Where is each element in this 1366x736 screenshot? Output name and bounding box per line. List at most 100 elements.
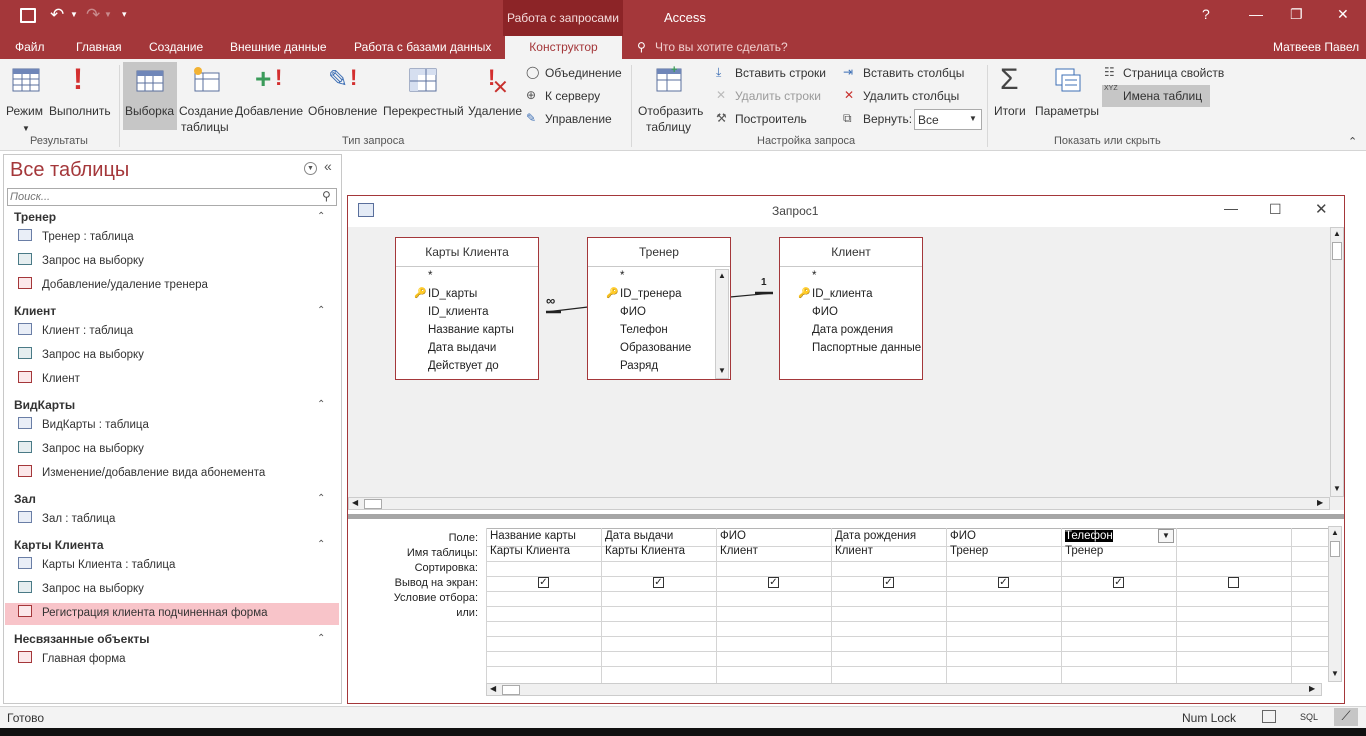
property-sheet-button[interactable]: ☷ Страница свойств <box>1104 65 1224 83</box>
query-close-button[interactable]: ✕ <box>1315 200 1328 218</box>
diagram-vertical-scrollbar[interactable]: ▲ ▼ <box>1330 227 1344 497</box>
view-button[interactable]: Режим ▼ <box>4 63 48 133</box>
redo-dropdown-icon[interactable]: ▼ <box>104 10 112 19</box>
redo-icon[interactable]: ↷ <box>86 5 100 25</box>
field-list-scrollbar[interactable]: ▲ ▼ <box>715 269 729 379</box>
grid-table-cell[interactable]: Тренер <box>950 545 988 557</box>
scroll-up-arrow-icon[interactable]: ▲ <box>1333 229 1341 238</box>
nav-search-input[interactable] <box>10 190 310 204</box>
group-collapse-icon[interactable]: ⌃ <box>317 539 325 550</box>
show-checkbox[interactable]: ✓ <box>538 577 549 588</box>
field-dropdown-chevron-icon[interactable]: ▼ <box>1158 529 1174 543</box>
field-list-table[interactable]: Клиент * 🔑 ID_клиента ФИО Дата рождения Паспор… <box>779 237 923 380</box>
restore-button[interactable]: ❐ <box>1290 6 1303 23</box>
return-select[interactable]: Все ▼ <box>914 109 982 130</box>
group-collapse-icon[interactable]: ⌃ <box>317 633 325 644</box>
user-name[interactable]: Матвеев Павел <box>1273 40 1359 54</box>
field-list-item[interactable]: * <box>620 270 624 282</box>
field-list-title[interactable]: Клиент <box>780 238 922 267</box>
tab-file[interactable]: Файл <box>15 40 45 54</box>
customize-qat-icon[interactable]: ▾ <box>122 9 127 20</box>
nav-pane-title[interactable]: Все таблицы <box>10 159 129 182</box>
show-checkbox[interactable]: ✓ <box>1113 577 1124 588</box>
field-list-title[interactable]: Тренер <box>588 238 730 267</box>
scroll-right-arrow-icon[interactable]: ▶ <box>1317 498 1323 507</box>
insert-rows-button[interactable]: ⤓ Вставить строки <box>716 65 831 83</box>
nav-search-box[interactable]: ⚲ <box>7 188 337 206</box>
show-checkbox[interactable]: ✓ <box>653 577 664 588</box>
nav-group-header[interactable]: Тренер <box>14 210 56 224</box>
run-button[interactable]: ! Выполнить <box>48 63 114 133</box>
nav-group-header[interactable]: Клиент <box>14 304 56 318</box>
minimize-button[interactable]: — <box>1249 6 1263 22</box>
grid-table-cell[interactable]: Карты Клиента <box>490 545 570 557</box>
grid-horizontal-scrollbar[interactable]: ◀ ▶ <box>486 683 1322 696</box>
scroll-down-arrow-icon[interactable]: ▼ <box>1331 669 1339 678</box>
select-query-button[interactable]: Выборка <box>123 62 177 130</box>
query-maximize-button[interactable]: ☐ <box>1269 201 1282 218</box>
field-list-item[interactable]: * <box>428 270 432 282</box>
make-table-button[interactable]: Создание таблицы <box>178 63 234 134</box>
append-button[interactable]: + ! Добавление <box>235 63 305 133</box>
nav-group-header[interactable]: Зал <box>14 492 36 506</box>
data-definition-button[interactable]: ✎ Управление <box>526 111 626 129</box>
search-icon[interactable]: ⚲ <box>322 189 331 203</box>
group-collapse-icon[interactable]: ⌃ <box>317 493 325 504</box>
field-list-item[interactable]: ФИО <box>620 306 646 318</box>
nav-group-header[interactable]: ВидКарты <box>14 398 75 412</box>
field-list-table[interactable]: Карты Клиента * 🔑 ID_карты ID_клиента Названи… <box>395 237 539 380</box>
delete-columns-button[interactable]: ✕ Удалить столбцы <box>843 88 973 106</box>
show-checkbox[interactable]: ✓ <box>768 577 779 588</box>
group-collapse-icon[interactable]: ⌃ <box>317 211 325 222</box>
crosstab-button[interactable]: Перекрестный <box>380 63 466 133</box>
tell-me-input[interactable]: Что вы хотите сделать? <box>655 40 788 54</box>
shutter-bar-close-icon[interactable]: « <box>324 158 332 174</box>
scroll-thumb[interactable] <box>1332 242 1342 260</box>
datasheet-view-switch-icon[interactable] <box>1262 710 1276 723</box>
insert-columns-button[interactable]: ⇥ Вставить столбцы <box>843 65 973 83</box>
save-icon[interactable] <box>20 8 36 23</box>
show-table-button[interactable]: + Отобразить таблицу <box>636 63 706 134</box>
scroll-up-arrow-icon[interactable]: ▲ <box>1331 528 1339 537</box>
show-checkbox[interactable]: ✓ <box>998 577 1009 588</box>
grid-vertical-scrollbar[interactable]: ▲ ▼ <box>1328 526 1342 682</box>
scroll-right-arrow-icon[interactable]: ▶ <box>1309 684 1315 693</box>
grid-table-cell[interactable]: Карты Клиента <box>605 545 685 557</box>
grid-field-cell[interactable]: Название карты <box>490 530 576 542</box>
tab-external-data[interactable]: Внешние данные <box>230 40 327 54</box>
field-list-item[interactable]: Паспортные данные <box>812 342 921 354</box>
tab-create[interactable]: Создание <box>149 40 203 54</box>
undo-icon[interactable]: ↶ <box>50 5 64 25</box>
grid-field-cell[interactable]: ФИО <box>720 530 746 542</box>
scroll-left-arrow-icon[interactable]: ◀ <box>490 684 496 693</box>
grid-scroll-thumb[interactable] <box>1330 541 1340 557</box>
grid-field-cell[interactable]: ФИО <box>950 530 976 542</box>
group-collapse-icon[interactable]: ⌃ <box>317 399 325 410</box>
grid-table-cell[interactable]: Клиент <box>720 545 758 557</box>
parameters-button[interactable]: Параметры <box>1033 63 1101 133</box>
scroll-left-arrow-icon[interactable]: ◀ <box>352 498 358 507</box>
h-scroll-thumb[interactable] <box>364 499 382 509</box>
grid-field-cell[interactable]: Телефон <box>1065 530 1113 542</box>
field-list-item[interactable]: ID_тренера <box>620 288 682 300</box>
table-diagram-area[interactable]: ∞ 1 Карты Клиента * 🔑 ID_карты ID_клиента Наз… <box>348 227 1344 510</box>
nav-menu-chevron-icon[interactable]: ▼ <box>304 162 317 175</box>
scroll-up-arrow-icon[interactable]: ▲ <box>718 271 726 280</box>
help-button[interactable]: ? <box>1202 6 1210 22</box>
pass-through-button[interactable]: ⊕ К серверу <box>526 88 626 106</box>
update-button[interactable]: ✎ ! Обновление <box>306 63 378 133</box>
totals-button[interactable]: Σ Итоги <box>992 63 1032 133</box>
field-list-item[interactable]: ID_клиента <box>428 306 488 318</box>
field-list-title[interactable]: Карты Клиента <box>396 238 538 267</box>
field-list-table[interactable]: Тренер * 🔑 ID_тренера ФИО Телефон Образование Р… <box>587 237 731 380</box>
diagram-horizontal-scrollbar[interactable]: ◀ ▶ <box>348 497 1330 510</box>
tab-database-tools[interactable]: Работа с базами данных <box>354 40 491 54</box>
field-list-item[interactable]: ID_карты <box>428 288 477 300</box>
delete-query-button[interactable]: ! ✕ Удаление <box>466 63 524 133</box>
field-list-item[interactable]: Дата выдачи <box>428 342 496 354</box>
field-list-item[interactable]: * <box>812 270 816 282</box>
field-list-item[interactable]: Телефон <box>620 324 668 336</box>
show-checkbox[interactable]: ✓ <box>883 577 894 588</box>
nav-group-header[interactable]: Карты Клиента <box>14 538 104 552</box>
scroll-down-arrow-icon[interactable]: ▼ <box>718 366 726 375</box>
